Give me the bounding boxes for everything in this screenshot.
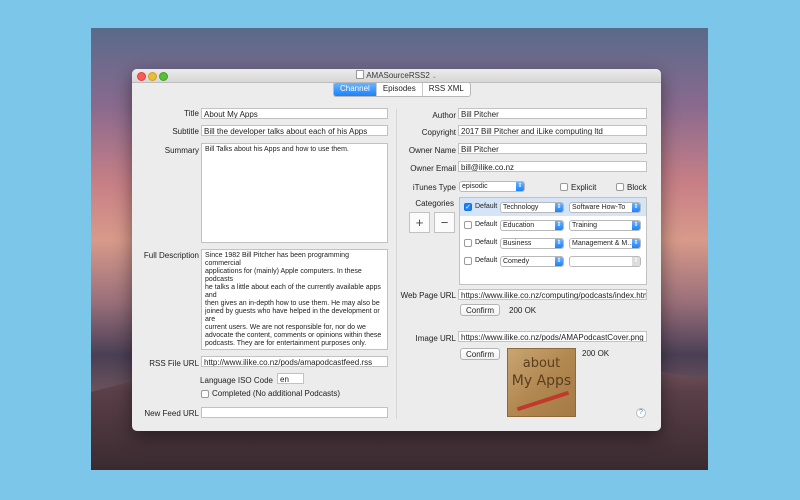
category-value: Education [503, 222, 535, 229]
categories-label: Categories [415, 199, 454, 208]
default-checkbox[interactable]: ✓ [464, 203, 472, 211]
titlebar[interactable]: AMASourceRSS2 ⌄ [132, 69, 661, 83]
add-category-button[interactable]: + [409, 212, 430, 233]
owner-name-field[interactable]: Bill Pitcher [458, 143, 647, 154]
chevron-updown-icon: ⇕ [632, 203, 640, 212]
category-popup[interactable]: Comedy ⇕ [500, 256, 564, 267]
chevron-updown-icon: ⇕ [555, 257, 563, 266]
tab-channel[interactable]: Channel [334, 83, 377, 96]
rss-file-url-field[interactable]: http://www.ilike.co.nz/pods/amapodcastfe… [201, 356, 388, 367]
category-row[interactable]: Default Comedy ⇕ ⇕ [460, 252, 646, 270]
itunes-type-label: iTunes Type [412, 183, 456, 192]
window-title-text: AMASourceRSS2 [366, 71, 430, 80]
web-page-confirm-button[interactable]: Confirm [460, 304, 500, 316]
tab-rss-xml[interactable]: RSS XML [423, 83, 470, 96]
default-label: Default [475, 203, 498, 210]
language-label: Language ISO Code [200, 376, 273, 385]
block-label: Block [627, 183, 647, 192]
chevron-down-icon[interactable]: ⌄ [432, 74, 437, 80]
block-checkbox[interactable] [616, 183, 624, 191]
author-field[interactable]: Bill Pitcher [458, 108, 647, 119]
web-page-status: 200 OK [509, 306, 537, 315]
subtitle-field[interactable]: Bill the developer talks about each of h… [201, 125, 388, 136]
image-url-label: Image URL [415, 334, 456, 343]
pencil-graphic [516, 390, 570, 412]
category-popup[interactable]: Education ⇕ [500, 220, 564, 231]
image-status: 200 OK [582, 349, 610, 358]
title-field[interactable]: About My Apps [201, 108, 388, 119]
default-label: Default [475, 239, 498, 246]
completed-checkbox[interactable] [201, 390, 209, 398]
explicit-label: Explicit [571, 183, 597, 192]
owner-email-label: Owner Email [410, 164, 456, 173]
language-field[interactable]: en [277, 373, 304, 384]
subcategory-value: Training [572, 222, 598, 229]
full-description-label: Full Description [143, 251, 199, 260]
cover-line-2: My Apps [511, 373, 572, 389]
web-page-url-field[interactable]: https://www.ilike.co.nz/computing/podcas… [458, 289, 647, 300]
author-label: Author [432, 111, 456, 120]
chevron-updown-icon: ⇕ [555, 239, 563, 248]
default-checkbox[interactable] [464, 257, 472, 265]
subtitle-label: Subtitle [172, 127, 199, 136]
chevron-updown-icon: ⇕ [632, 239, 640, 248]
column-divider [396, 109, 397, 419]
image-confirm-button[interactable]: Confirm [460, 348, 500, 360]
completed-label: Completed (No additional Podcasts) [212, 389, 341, 398]
subcategory-value: Management & M... [572, 240, 634, 247]
subcategory-popup[interactable]: ⇕ [569, 256, 641, 267]
new-feed-url-label: New Feed URL [144, 409, 199, 418]
categories-table: ✓ Default Technology ⇕ Software How-To ⇕ D… [459, 197, 647, 285]
default-checkbox[interactable] [464, 221, 472, 229]
subcategory-value: Software How-To [572, 204, 626, 211]
copyright-label: Copyright [421, 128, 456, 137]
chevron-updown-icon: ⇕ [555, 221, 563, 230]
web-page-url-label: Web Page URL [400, 291, 456, 300]
podcast-cover-image: about My Apps [507, 348, 576, 417]
owner-name-label: Owner Name [408, 146, 456, 155]
subcategory-popup[interactable]: Software How-To ⇕ [569, 202, 641, 213]
chevron-updown-icon: ⇕ [632, 221, 640, 230]
summary-label: Summary [164, 146, 199, 155]
window-title: AMASourceRSS2 ⌄ [132, 70, 661, 80]
subcategory-popup[interactable]: Management & M... ⇕ [569, 238, 641, 249]
category-popup[interactable]: Business ⇕ [500, 238, 564, 249]
remove-category-button[interactable]: − [434, 212, 455, 233]
full-description-textarea[interactable]: Since 1982 Bill Pitcher has been program… [201, 249, 388, 350]
category-row[interactable]: Default Education ⇕ Training ⇕ [460, 216, 646, 234]
rss-file-url-label: RSS File URL [149, 359, 199, 368]
help-icon[interactable]: ? [636, 408, 646, 418]
category-value: Comedy [503, 258, 530, 265]
itunes-type-value: episodic [462, 183, 488, 190]
summary-textarea[interactable]: Bill Talks about his Apps and how to use… [201, 143, 388, 243]
new-feed-url-field[interactable] [201, 407, 388, 418]
copyright-field[interactable]: 2017 Bill Pitcher and iLike computing lt… [458, 125, 647, 136]
subcategory-popup[interactable]: Training ⇕ [569, 220, 641, 231]
category-popup[interactable]: Technology ⇕ [500, 202, 564, 213]
title-label: Title [184, 109, 199, 118]
category-row[interactable]: Default Business ⇕ Management & M... ⇕ [460, 234, 646, 252]
tab-control: Channel Episodes RSS XML [333, 82, 471, 97]
image-url-field[interactable]: https://www.ilike.co.nz/pods/AMAPodcastC… [458, 331, 647, 342]
itunes-type-popup[interactable]: episodic ⇕ [459, 181, 525, 192]
default-label: Default [475, 221, 498, 228]
explicit-checkbox[interactable] [560, 183, 568, 191]
owner-email-field[interactable]: bill@ilike.co.nz [458, 161, 647, 172]
cover-line-1: about [522, 356, 561, 371]
category-value: Technology [503, 204, 539, 211]
app-window: AMASourceRSS2 ⌄ Channel Episodes RSS XML … [132, 69, 661, 431]
category-row[interactable]: ✓ Default Technology ⇕ Software How-To ⇕ [460, 198, 646, 216]
default-label: Default [475, 257, 498, 264]
document-icon [356, 70, 365, 79]
chevron-updown-icon: ⇕ [516, 182, 524, 191]
category-value: Business [503, 240, 532, 247]
default-checkbox[interactable] [464, 239, 472, 247]
tab-episodes[interactable]: Episodes [377, 83, 423, 96]
chevron-updown-icon: ⇕ [632, 257, 640, 266]
chevron-updown-icon: ⇕ [555, 203, 563, 212]
